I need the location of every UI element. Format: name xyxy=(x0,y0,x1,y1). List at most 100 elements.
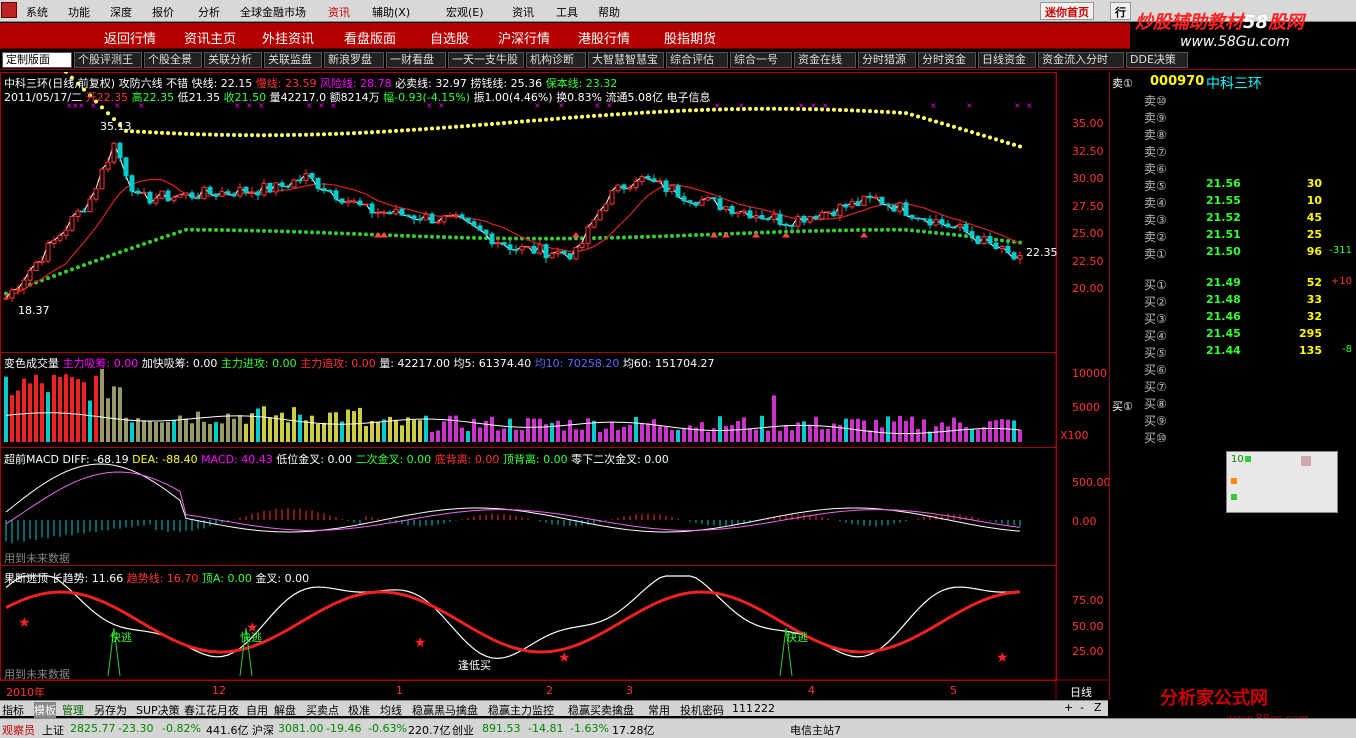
lower-band-dot xyxy=(100,256,104,261)
menu-help[interactable]: 帮助 xyxy=(598,4,620,20)
arrow-z[interactable]: Z xyxy=(1094,701,1102,714)
tab-12[interactable]: 资金在线 xyxy=(794,52,856,68)
indicator-tab-11[interactable]: 稳赢黑马擒盘 xyxy=(412,702,478,718)
menu-system[interactable]: 系统 xyxy=(26,4,48,20)
nav-hk[interactable]: 港股行情 xyxy=(578,28,630,47)
period-label[interactable]: 日线 xyxy=(1070,684,1092,700)
tab-9[interactable]: 大智慧智慧宝 xyxy=(588,52,664,68)
indicator-tab-13[interactable]: 稳赢买卖擒盘 xyxy=(568,702,634,718)
orderbook-row[interactable]: 卖⑧ xyxy=(1144,126,1354,143)
menu-depth[interactable]: 深度 xyxy=(110,4,132,20)
nav-back[interactable]: 返回行情 xyxy=(104,28,156,47)
menu-news[interactable]: 资讯 xyxy=(512,4,534,20)
indicator-tab-1[interactable]: 模板 xyxy=(34,702,56,718)
tab-0[interactable]: 定制版面 xyxy=(2,52,72,68)
indicator-tab-6[interactable]: 自用 xyxy=(246,702,268,718)
indicator-tab-3[interactable]: 另存为 xyxy=(94,702,127,718)
indicator-tab-0[interactable]: 指标 xyxy=(2,702,24,718)
popup-close-icon[interactable] xyxy=(1301,456,1311,466)
tab-8[interactable]: 机构诊断 xyxy=(526,52,586,68)
tab-5[interactable]: 新浪罗盘 xyxy=(324,52,384,68)
tab-2[interactable]: 个股全景 xyxy=(144,52,202,68)
indicator-tab-17[interactable]: 222 xyxy=(754,702,775,715)
orderbook-row[interactable]: 卖⑥ xyxy=(1144,160,1354,177)
orderbook-row[interactable]: 买① 21.49 52 +10 xyxy=(1144,276,1354,293)
volume-bar xyxy=(1012,420,1016,442)
chart-area[interactable]: × × × × × × × × × × × × × × × × × × × × × × × × × × × ★ ★ ★ ★ ★ 中科三环(日线… xyxy=(0,10,1111,700)
orderbook-row[interactable]: 买② 21.48 33 xyxy=(1144,293,1354,310)
orderbook-row[interactable]: 买⑦ xyxy=(1144,378,1354,395)
tab-4[interactable]: 关联监盘 xyxy=(264,52,322,68)
menu-info-highlight[interactable]: 资讯 xyxy=(328,4,350,20)
mini-popup[interactable]: 10 xyxy=(1226,451,1338,513)
menu-global-market[interactable]: 全球金融市场 xyxy=(240,4,306,20)
lower-band-dot xyxy=(634,235,638,240)
indicator-tab-7[interactable]: 解盘 xyxy=(274,702,296,718)
lower-band-dot xyxy=(748,230,752,235)
menu-quote[interactable]: 报价 xyxy=(152,4,174,20)
volume-bar xyxy=(436,430,440,442)
tab-14[interactable]: 分时资金 xyxy=(918,52,976,68)
tab-3[interactable]: 关联分析 xyxy=(204,52,262,68)
orderbook-row[interactable]: 卖⑩ xyxy=(1144,92,1354,109)
nav-plugin-news[interactable]: 外挂资讯 xyxy=(262,28,314,47)
tab-17[interactable]: DDE决策 xyxy=(1126,52,1188,68)
indicator-tab-15[interactable]: 投机密码 xyxy=(680,702,724,718)
sell-side-label[interactable]: 卖① xyxy=(1112,75,1133,91)
signal-x-mark: × xyxy=(810,101,817,110)
nav-futures[interactable]: 股指期货 xyxy=(664,28,716,47)
indicator-tab-12[interactable]: 稳赢主力监控 xyxy=(488,702,554,718)
indicator-tab-4[interactable]: SUP决策 xyxy=(136,702,180,718)
menu-tools[interactable]: 工具 xyxy=(556,4,578,20)
nav-news-home[interactable]: 资讯主页 xyxy=(184,28,236,47)
nav-watchlist[interactable]: 自选股 xyxy=(430,28,469,47)
orderbook-row[interactable]: 买③ 21.46 32 xyxy=(1144,310,1354,327)
tab-1[interactable]: 个股评测王 xyxy=(74,52,142,68)
orderbook-row[interactable]: 卖⑦ xyxy=(1144,143,1354,160)
price-axis-0: 35.00 xyxy=(1072,117,1104,130)
tab-11[interactable]: 综合一号 xyxy=(730,52,792,68)
indicator-tab-14[interactable]: 常用 xyxy=(648,702,670,718)
menu-function[interactable]: 功能 xyxy=(68,4,90,20)
orderbook-row[interactable]: 买⑨ xyxy=(1144,412,1354,429)
orderbook-row[interactable]: 买⑥ xyxy=(1144,361,1354,378)
mini-home-button[interactable]: 迷你首页 xyxy=(1040,2,1094,20)
volume-bar xyxy=(874,419,878,442)
lower-band-dot xyxy=(172,231,176,236)
status-item-16[interactable]: 电信主站7 xyxy=(790,722,841,738)
nav-layout[interactable]: 看盘版面 xyxy=(344,28,396,47)
orderbook-row[interactable]: 买⑩ xyxy=(1144,429,1354,446)
orderbook-row[interactable]: 卖④ 21.55 10 xyxy=(1144,194,1354,211)
orderbook-row[interactable]: 买④ 21.45 295 xyxy=(1144,327,1354,344)
orderbook-row[interactable]: 卖⑨ xyxy=(1144,109,1354,126)
orderbook-row[interactable]: 卖⑤ 21.56 30 xyxy=(1144,177,1354,194)
upper-band-dot xyxy=(154,130,158,135)
nav-sh-sz[interactable]: 沪深行情 xyxy=(498,28,550,47)
indicator-tab-16[interactable]: 111 xyxy=(732,702,753,715)
tab-10[interactable]: 综合评估 xyxy=(666,52,728,68)
indicator-tab-2[interactable]: 管理 xyxy=(62,702,84,718)
buy-side-label[interactable]: 买① xyxy=(1112,398,1133,414)
orderbook-row[interactable]: 卖③ 21.52 45 xyxy=(1144,211,1354,228)
tab-7[interactable]: 一天一支牛股 xyxy=(448,52,524,68)
tab-13[interactable]: 分时猎源 xyxy=(858,52,916,68)
menu-assist[interactable]: 辅助(X) xyxy=(372,4,410,20)
tab-15[interactable]: 日线资金 xyxy=(978,52,1036,68)
orderbook-row[interactable]: 卖② 21.51 25 xyxy=(1144,228,1354,245)
indicator-tab-9[interactable]: 极准 xyxy=(348,702,370,718)
orderbook-row[interactable]: 买⑧ xyxy=(1144,395,1354,412)
arrow-plus[interactable]: + xyxy=(1064,701,1073,714)
indicator-tab-5[interactable]: 春江花月夜 xyxy=(184,702,239,718)
right-tab-button[interactable]: 行 xyxy=(1110,2,1131,20)
indicator-tab-10[interactable]: 均线 xyxy=(380,702,402,718)
tab-16[interactable]: 资金流入分时 xyxy=(1038,52,1124,68)
arrow-minus[interactable]: - xyxy=(1080,701,1084,714)
menu-macro[interactable]: 宏观(E) xyxy=(446,4,484,20)
lower-band-dot xyxy=(694,233,698,238)
indicator-tab-8[interactable]: 买卖点 xyxy=(306,702,339,718)
menu-analysis[interactable]: 分析 xyxy=(198,4,220,20)
orderbook-row[interactable]: 卖① 21.50 96 -311 xyxy=(1144,245,1354,262)
orderbook-row[interactable]: 买⑤ 21.44 135 -8 xyxy=(1144,344,1354,361)
volume-bar xyxy=(370,421,374,442)
tab-6[interactable]: 一财看盘 xyxy=(386,52,446,68)
